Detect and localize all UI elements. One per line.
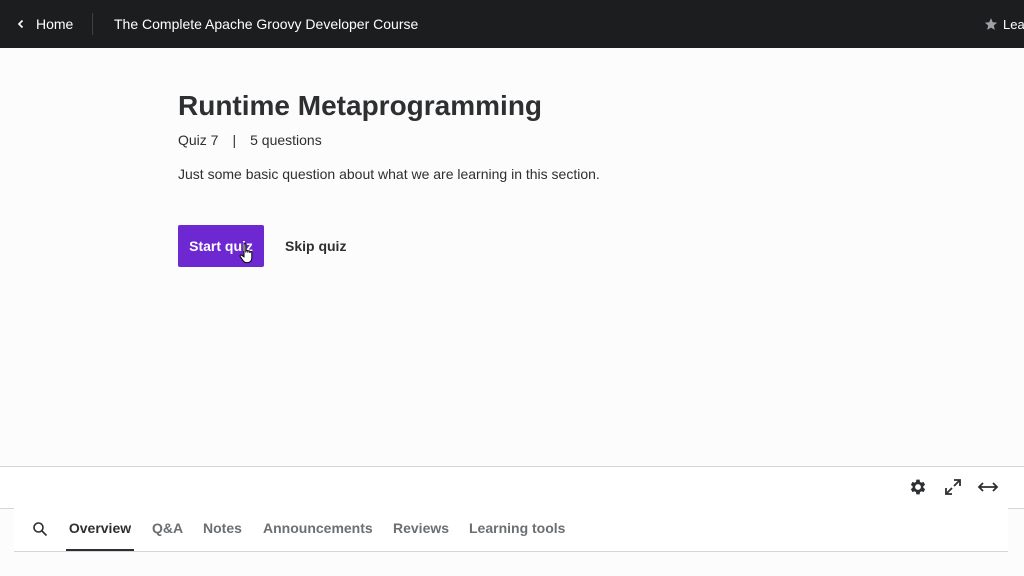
course-tabs: Overview Q&A Notes Announcements Reviews…	[14, 508, 1008, 552]
hand-cursor-icon	[239, 243, 253, 264]
star-icon	[984, 18, 998, 30]
tab-announcements[interactable]: Announcements	[263, 508, 373, 550]
leave-rating-button[interactable]: Leave a rating	[984, 0, 1024, 48]
tab-qa[interactable]: Q&A	[152, 508, 183, 550]
tab-notes[interactable]: Notes	[203, 508, 242, 550]
expand-horizontal-icon[interactable]	[977, 477, 999, 497]
player-controls-bar	[0, 466, 1024, 509]
tab-learning-tools[interactable]: Learning tools	[469, 508, 565, 550]
quiz-title: Runtime Metaprogramming	[178, 90, 543, 121]
search-icon[interactable]	[32, 521, 48, 537]
topbar-divider	[92, 13, 93, 35]
meta-separator: |	[232, 132, 237, 148]
gear-icon[interactable]	[908, 477, 928, 497]
fullscreen-icon[interactable]	[943, 477, 963, 497]
course-title[interactable]: The Complete Apache Groovy Developer Cou…	[114, 0, 418, 48]
home-label: Home	[36, 16, 74, 32]
leave-rating-label: Leave a rating	[1003, 16, 1024, 32]
quiz-description: Just some basic question about what we a…	[178, 166, 600, 182]
tab-overview[interactable]: Overview	[66, 508, 134, 551]
chevron-left-icon	[17, 19, 24, 29]
quiz-meta: Quiz 7 | 5 questions	[178, 132, 322, 148]
quiz-question-count: 5 questions	[250, 132, 322, 148]
top-navigation-bar: Home The Complete Apache Groovy Develope…	[0, 0, 1024, 48]
skip-quiz-button[interactable]: Skip quiz	[285, 225, 346, 267]
quiz-number: Quiz 7	[178, 132, 219, 148]
tab-reviews[interactable]: Reviews	[393, 508, 449, 550]
home-link[interactable]: Home	[16, 0, 73, 48]
